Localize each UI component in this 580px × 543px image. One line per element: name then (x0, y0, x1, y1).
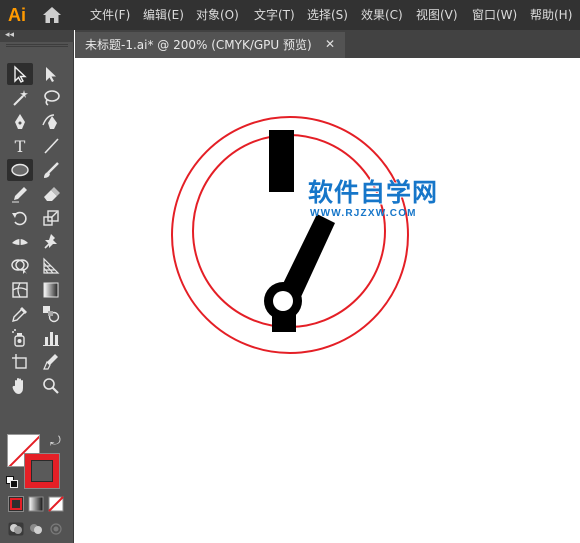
gradient-tool[interactable] (38, 279, 64, 301)
column-graph-tool[interactable] (38, 327, 64, 349)
pencil-icon (12, 187, 27, 203)
default-colors-icon[interactable] (6, 476, 18, 488)
type-tool[interactable]: T (7, 135, 33, 157)
hand-tool[interactable] (7, 375, 33, 397)
watermark: 软件自学网 WWW.RJZXW.COM (308, 178, 458, 228)
line-segment-icon (44, 138, 59, 154)
document-tab-bar: 未标题-1.ai* @ 200% (CMYK/GPU 预览) ✕ (75, 30, 580, 58)
artboard-tool[interactable] (7, 351, 33, 373)
mesh-icon (12, 282, 28, 298)
hand-icon (12, 378, 23, 394)
symbol-sprayer-tool[interactable] (7, 327, 33, 349)
menu-object[interactable]: 对象(O) (196, 7, 239, 23)
watermark-title: 软件自学网 (308, 178, 439, 207)
none-mode-icon[interactable] (48, 496, 64, 512)
blend-tool[interactable] (38, 303, 64, 325)
document-tab[interactable]: 未标题-1.ai* @ 200% (CMYK/GPU 预览) ✕ (75, 32, 345, 58)
puppet-warp-icon (44, 234, 57, 249)
app-logo: Ai (8, 5, 26, 25)
rotate-icon (12, 211, 27, 226)
ring-hole (273, 291, 293, 311)
scale-tool[interactable] (38, 207, 64, 229)
line-segment-tool[interactable] (38, 135, 64, 157)
column-graph-icon (43, 332, 59, 346)
draw-normal-icon[interactable] (8, 522, 24, 536)
menu-edit[interactable]: 编辑(E) (143, 7, 184, 23)
top-bar-shape[interactable] (269, 130, 294, 192)
perspective-grid-icon (43, 257, 60, 274)
slice-icon (43, 354, 58, 370)
eyedropper-tool[interactable] (7, 303, 33, 325)
swap-fill-stroke-icon[interactable]: ⤾ (50, 435, 61, 448)
home-icon[interactable] (42, 6, 62, 24)
magic-wand-icon (13, 90, 28, 106)
panel-header[interactable]: ◂◂ (0, 30, 74, 42)
menu-bar: Ai 文件(F) 编辑(E) 对象(O) 文字(T) 选择(S) 效果(C) 视… (0, 0, 580, 30)
perspective-grid-tool[interactable] (38, 255, 64, 277)
puppet-warp-tool[interactable] (38, 231, 64, 253)
lasso-icon (44, 90, 60, 106)
ellipse-tool[interactable] (7, 159, 33, 181)
slice-tool[interactable] (38, 351, 64, 373)
gradient-icon (43, 282, 59, 298)
direct-selection-tool[interactable] (38, 63, 64, 85)
menu-help[interactable]: 帮助(H) (530, 7, 572, 23)
zoom-tool[interactable] (38, 375, 64, 397)
curvature-tool-icon (42, 114, 57, 129)
zoom-icon (43, 378, 59, 394)
draw-behind-icon[interactable] (28, 522, 44, 536)
pen-tool[interactable] (7, 111, 33, 133)
pencil-tool[interactable] (7, 183, 33, 205)
rotate-tool[interactable] (7, 207, 33, 229)
width-tool[interactable] (7, 231, 33, 253)
width-tool-icon (12, 236, 28, 249)
shape-builder-icon (11, 259, 29, 274)
scale-icon (43, 210, 59, 226)
menu-select[interactable]: 选择(S) (307, 7, 348, 23)
menu-view[interactable]: 视图(V) (416, 7, 458, 23)
paintbrush-icon (44, 162, 59, 178)
menu-effect[interactable]: 效果(C) (361, 7, 403, 23)
tools-panel: ◂◂ T ⤾ (0, 30, 74, 543)
ellipse-tool-icon (11, 163, 29, 177)
symbol-sprayer-icon (12, 329, 25, 347)
paintbrush-tool[interactable] (38, 159, 64, 181)
pen-tool-icon (15, 114, 25, 129)
eyedropper-icon (12, 307, 27, 322)
artboard-canvas[interactable]: 软件自学网 WWW.RJZXW.COM (75, 58, 580, 543)
stroke-swatch[interactable] (24, 453, 60, 489)
menu-window[interactable]: 窗口(W) (472, 7, 517, 23)
direct-selection-tool-icon (46, 67, 56, 82)
watermark-url: WWW.RJZXW.COM (310, 208, 417, 219)
curvature-tool[interactable] (38, 111, 64, 133)
gradient-mode-icon[interactable] (28, 496, 44, 512)
draw-inside-icon[interactable] (48, 522, 64, 536)
eraser-icon (44, 187, 60, 201)
blend-icon (43, 306, 60, 323)
eraser-tool[interactable] (38, 183, 64, 205)
menu-type[interactable]: 文字(T) (254, 7, 295, 23)
stroke-swatch-hole (31, 460, 53, 482)
document-tab-title: 未标题-1.ai* @ 200% (CMYK/GPU 预览) (85, 38, 312, 52)
close-icon[interactable]: ✕ (325, 36, 335, 52)
mesh-tool[interactable] (7, 279, 33, 301)
color-mode-icon[interactable] (8, 496, 24, 512)
magic-wand-tool[interactable] (7, 87, 33, 109)
type-tool-icon: T (14, 136, 26, 156)
artboard-icon (12, 354, 27, 369)
selection-tool-icon (14, 65, 27, 83)
panel-grip[interactable] (6, 44, 68, 47)
collapse-icon[interactable]: ◂◂ (5, 29, 14, 41)
shape-builder-tool[interactable] (7, 255, 33, 277)
artwork[interactable] (75, 58, 580, 543)
lasso-tool[interactable] (38, 87, 64, 109)
menu-file[interactable]: 文件(F) (90, 7, 130, 23)
selection-tool[interactable] (7, 63, 33, 85)
